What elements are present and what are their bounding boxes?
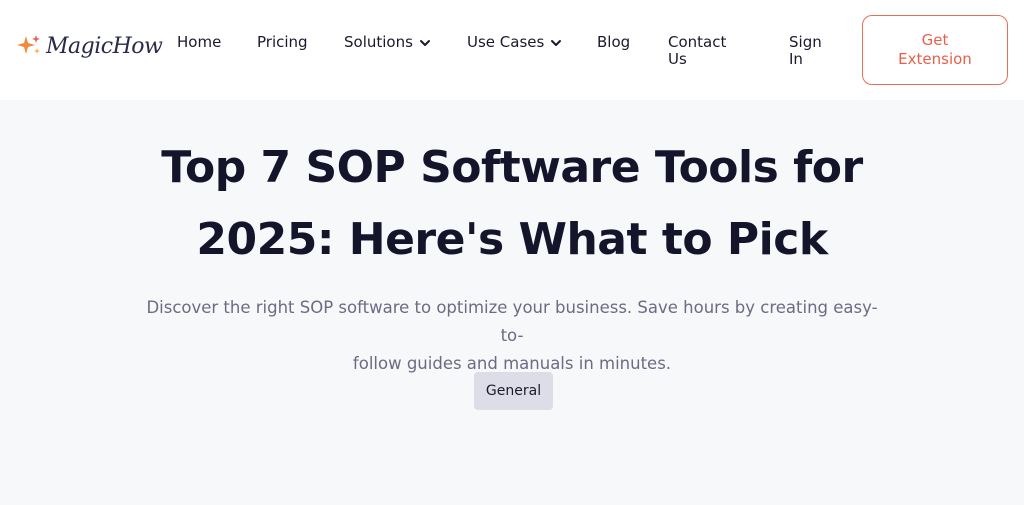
page-subtitle: Discover the right SOP software to optim… (140, 294, 884, 378)
nav-blog-label: Blog (597, 33, 631, 51)
nav-contact-us-line1: Contact (668, 33, 727, 51)
get-extension-line2: Extension (898, 50, 972, 68)
get-extension-label: Get Extension (898, 31, 972, 69)
top-navbar: MagicHow Home Pricing Solutions Use Case… (0, 0, 1024, 100)
page-subtitle-line1: Discover the right SOP software to optim… (146, 298, 878, 345)
nav-solutions[interactable]: Solutions (344, 34, 431, 51)
chevron-down-icon (551, 39, 562, 46)
page-title: Top 7 SOP Software Tools for 2025: Here'… (100, 132, 924, 276)
nav-home[interactable]: Home (177, 34, 221, 51)
logo[interactable]: MagicHow (16, 28, 163, 64)
get-extension-line1: Get (921, 31, 949, 49)
nav-contact-us-label: Contact Us (668, 34, 726, 68)
logo-text: MagicHow (46, 33, 163, 59)
sparkle-logo-icon (17, 35, 40, 54)
nav-contact-us[interactable]: Contact Us (668, 34, 726, 68)
chevron-down-icon (419, 39, 430, 46)
page-title-line1: Top 7 SOP Software Tools for (161, 142, 863, 193)
nav-sign-in[interactable]: Sign In (789, 34, 822, 68)
page-title-line2: 2025: Here's What to Pick (196, 214, 828, 265)
nav-sign-in-label: Sign In (789, 34, 822, 68)
get-extension-button[interactable]: Get Extension (862, 15, 1008, 85)
nav-blog[interactable]: Blog (597, 34, 630, 51)
nav-home-label: Home (177, 33, 222, 51)
nav-contact-us-line2: Us (668, 50, 687, 68)
nav-use-cases-label: Use Cases (467, 33, 545, 51)
nav-pricing-label: Pricing (257, 33, 308, 51)
nav-sign-in-line2: In (789, 50, 803, 68)
category-tag[interactable]: General (474, 372, 553, 410)
nav-use-cases[interactable]: Use Cases (467, 34, 562, 51)
nav-solutions-label: Solutions (344, 33, 413, 51)
nav-pricing[interactable]: Pricing (257, 34, 308, 51)
nav-sign-in-line1: Sign (789, 33, 822, 51)
